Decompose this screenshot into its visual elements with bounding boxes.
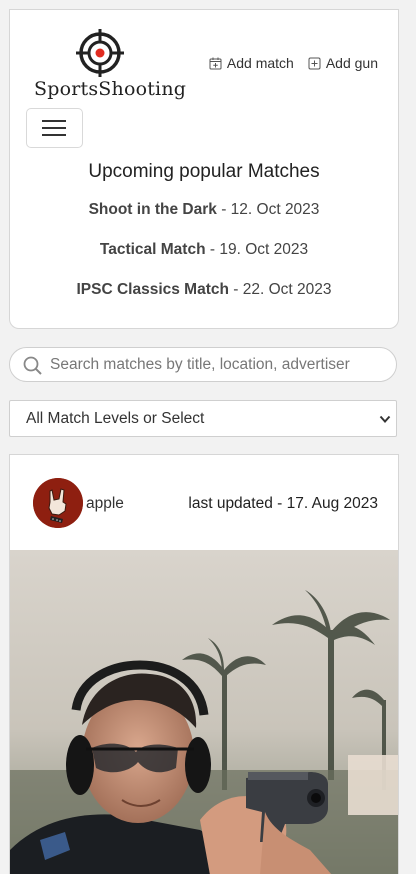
match-title: Shoot in the Dark [88,201,217,218]
search-box [9,347,397,382]
avatar[interactable] [33,478,83,528]
match-date: - 12. Oct 2023 [216,201,320,218]
site-logo[interactable]: SportsShooting [32,28,186,108]
add-match-link[interactable]: Add match [209,55,294,71]
hamburger-icon [42,127,66,129]
add-gun-link[interactable]: Add gun [308,55,378,71]
match-title: IPSC Classics Match [76,281,229,298]
popular-match-item[interactable]: Tactical Match - 19. Oct 2023 [10,241,398,259]
logo-text: SportsShooting [34,78,187,100]
site-header: SportsShooting Add match Add gun [9,9,399,157]
search-input[interactable] [50,349,386,380]
calendar-plus-icon [209,57,222,69]
search-icon [23,356,42,375]
menu-toggle-button[interactable] [26,108,83,148]
add-gun-label: Add gun [325,55,378,71]
match-card[interactable]: apple last updated - 17. Aug 2023 [9,454,399,874]
crosshair-logo-icon [76,29,124,77]
popular-match-item[interactable]: IPSC Classics Match - 22. Oct 2023 [10,281,398,299]
match-level-select[interactable]: All Match Levels or Select [9,400,397,437]
popular-matches-title: Upcoming popular Matches [88,161,320,182]
match-level-selected: All Match Levels or Select [26,410,205,427]
match-photo[interactable] [10,550,398,874]
popular-matches-panel: Upcoming popular Matches Shoot in the Da… [9,156,399,329]
match-date: - 22. Oct 2023 [228,281,332,298]
hamburger-icon [42,134,66,136]
rock-hand-icon [33,478,83,528]
plus-square-icon [308,57,321,69]
match-title: Tactical Match [99,241,206,258]
card-username[interactable]: apple [86,495,124,513]
popular-match-item[interactable]: Shoot in the Dark - 12. Oct 2023 [10,201,398,219]
card-last-updated: last updated - 17. Aug 2023 [188,495,378,512]
match-date: - 19. Oct 2023 [205,241,309,258]
header-links: Add match Add gun [209,55,378,71]
chevron-down-icon [379,415,391,423]
add-match-label: Add match [226,55,294,71]
hamburger-icon [42,120,66,122]
